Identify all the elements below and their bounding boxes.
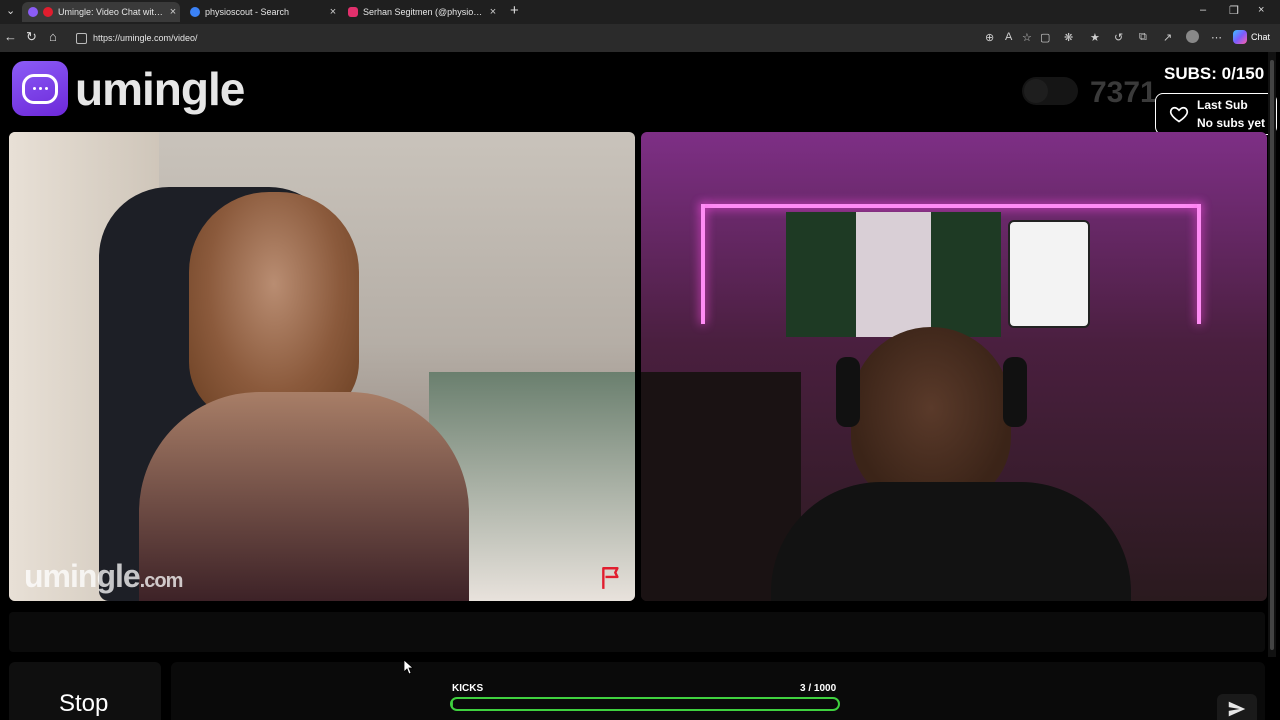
video-icon[interactable]: ▢ — [1040, 31, 1050, 44]
speed-limit-sign — [1008, 220, 1090, 328]
tab-title: Serhan Segitmen (@physioscout) · — [363, 7, 486, 17]
browser-tab-strip: ⌄ Umingle: Video Chat with Stra × physio… — [0, 0, 1280, 24]
chat-label: Chat — [1251, 32, 1271, 42]
led-light — [1197, 204, 1201, 324]
person-head — [189, 192, 359, 422]
close-icon[interactable]: × — [326, 6, 340, 18]
video-watermark: umingle.com — [24, 558, 183, 594]
new-tab-button[interactable]: + — [510, 2, 519, 19]
self-video — [641, 132, 1267, 601]
mouse-cursor-icon — [404, 660, 414, 674]
copilot-icon — [1233, 30, 1247, 44]
message-input[interactable] — [171, 662, 1265, 720]
close-icon[interactable]: × — [486, 6, 500, 18]
collections-icon[interactable]: ⧉ — [1139, 31, 1147, 44]
tab-list-icon[interactable]: ⌄ — [6, 4, 15, 17]
more-icon[interactable]: ⋯ — [1211, 31, 1222, 44]
led-light — [701, 204, 705, 324]
headphone-right — [1003, 357, 1027, 427]
flag-white — [856, 212, 931, 337]
kicks-label: KICKS — [452, 683, 484, 694]
person-body — [771, 482, 1131, 601]
share-icon[interactable]: ↗ — [1163, 31, 1172, 44]
home-icon[interactable]: ⌂ — [49, 29, 57, 44]
send-button[interactable] — [1217, 694, 1257, 720]
chat-log — [9, 612, 1265, 652]
send-icon — [1228, 701, 1246, 717]
last-sub-title: Last Sub — [1197, 98, 1248, 112]
flag-green-left — [786, 212, 856, 337]
heart-icon — [1169, 106, 1189, 123]
scrollbar-thumb[interactable] — [1270, 60, 1274, 650]
kicks-progress-fill — [452, 699, 454, 709]
brand-logo-text: umingle — [75, 63, 245, 115]
tab-instagram[interactable]: Serhan Segitmen (@physioscout) · × — [342, 2, 500, 22]
minimize-icon[interactable]: – — [1200, 4, 1206, 16]
copilot-chat-button[interactable]: Chat — [1233, 30, 1270, 44]
person-head — [851, 327, 1011, 507]
tab-title: Umingle: Video Chat with Stra — [58, 7, 166, 17]
person-body — [139, 392, 469, 601]
favorite-star-icon[interactable]: ☆ — [1022, 31, 1032, 44]
instagram-icon — [348, 7, 358, 17]
last-sub-value: No subs yet — [1197, 116, 1266, 130]
zoom-icon[interactable]: ⊕ — [985, 31, 994, 44]
chat-bubble-icon — [12, 61, 68, 116]
flag-icon[interactable] — [599, 565, 625, 591]
toggle-knob — [1024, 79, 1048, 103]
restore-icon[interactable]: ❐ — [1229, 4, 1239, 17]
extensions-icon[interactable]: ❋ — [1064, 31, 1073, 44]
headphone-left — [836, 357, 860, 427]
kicks-progress-bar — [450, 697, 840, 711]
led-light — [701, 204, 1201, 208]
browser-toolbar: ← ↻ ⌂ https://umingle.com/video/ ⊕ A ☆ ▢… — [0, 24, 1280, 52]
recording-icon — [43, 7, 53, 17]
close-window-icon[interactable]: × — [1258, 4, 1264, 16]
stranger-video: umingle.com — [9, 132, 635, 601]
tab-search[interactable]: physioscout - Search × — [184, 2, 340, 22]
flag-green-right — [931, 212, 1001, 337]
url-text: https://umingle.com/video/ — [93, 33, 198, 43]
led-strip — [665, 132, 1245, 142]
online-count: 7371 — [1090, 76, 1157, 109]
tab-umingle[interactable]: Umingle: Video Chat with Stra × — [22, 2, 180, 22]
back-icon[interactable]: ← — [4, 29, 17, 44]
tab-title: physioscout - Search — [205, 7, 290, 17]
profile-avatar[interactable] — [1186, 30, 1199, 43]
umingle-favicon-icon — [28, 7, 38, 17]
history-icon[interactable]: ↺ — [1114, 31, 1123, 44]
last-sub-card: Last Sub No subs yet — [1155, 93, 1277, 135]
refresh-icon[interactable]: ↻ — [26, 29, 37, 45]
kicks-count: 3 / 1000 — [800, 683, 837, 694]
search-icon — [190, 7, 200, 17]
stop-label[interactable]: Stop — [59, 690, 108, 718]
subs-counter: SUBS: 0/150 — [1164, 64, 1265, 83]
read-aloud-icon[interactable]: A — [1005, 31, 1012, 43]
lock-icon — [76, 32, 87, 44]
close-icon[interactable]: × — [166, 6, 180, 18]
favorites-icon[interactable]: ★ — [1090, 31, 1100, 44]
